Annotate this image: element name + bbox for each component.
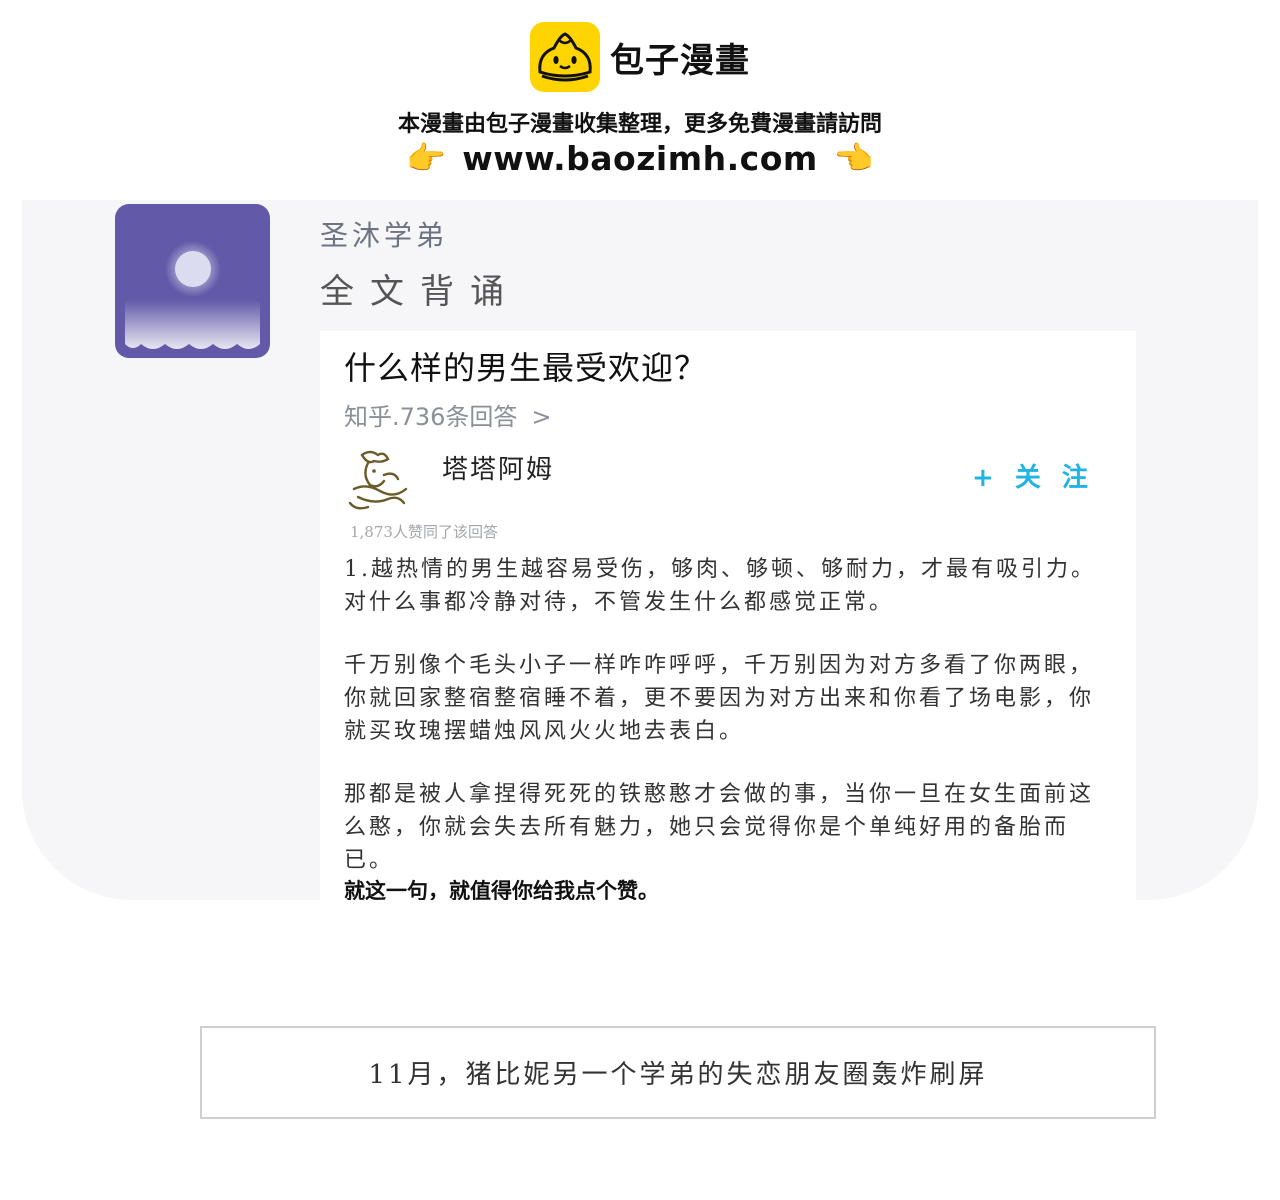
pointing-left-hand-icon: 👈 — [833, 139, 874, 177]
watermark-url-row: 👉 www.baozimh.com 👈 — [0, 138, 1280, 178]
answer-count: 知乎.736条回答 — [344, 403, 518, 431]
question-title: 什么样的男生最受欢迎？ — [344, 349, 708, 387]
watermark-url[interactable]: www.baozimh.com — [462, 139, 818, 178]
sender-name: 圣沐学弟 — [320, 219, 449, 252]
watermark-logo: 包子漫畫 — [0, 22, 1280, 92]
ink-sketch-avatar-icon — [344, 445, 416, 517]
watermark-logo-text: 包子漫畫 — [610, 40, 750, 81]
shared-answer-card[interactable]: 什么样的男生最受欢迎？ 知乎.736条回答 > 塔塔阿姆 + 关 注 1,873人… — [320, 331, 1136, 900]
author-name: 塔塔阿姆 — [442, 455, 555, 485]
bun-mascot-icon — [530, 22, 600, 92]
caption-text: 11月，猪比妮另一个学弟的失恋朋友圈轰炸刷屏 — [368, 1060, 988, 1090]
answer-paragraph: 1.越热情的男生越容易受伤，够肉、够顿、够耐力，才最有吸引力。 对什么事都冷静对… — [344, 557, 1096, 615]
answer-paragraph: 那都是被人拿捏得死死的铁憨憨才会做的事，当你一旦在女生面前这么憨，你就会失去所有… — [344, 782, 1095, 873]
answer-paragraph: 千万别像个毛头小子一样咋咋呼呼，千万别因为对方多看了你两眼，你就回家整宿整宿睡不… — [344, 653, 1095, 744]
follow-button[interactable]: + 关 注 — [972, 457, 1094, 494]
likes-count: 1,873人赞同了该回答 — [350, 523, 498, 541]
chevron-right-icon: > — [531, 403, 552, 431]
answer-count-link[interactable]: 知乎.736条回答 > — [344, 397, 552, 432]
moon-over-waves-icon[interactable] — [115, 204, 270, 358]
watermark-notice: 本漫畫由包子漫畫收集整理，更多免費漫畫請訪問 — [397, 112, 882, 137]
answer-closing-line: 就这一句，就值得你给我点个赞。 — [344, 879, 659, 900]
pointing-right-hand-icon: 👉 — [406, 139, 447, 177]
caption-box: 11月，猪比妮另一个学弟的失恋朋友圈轰炸刷屏 — [200, 1026, 1156, 1119]
message-text: 全文背诵 — [320, 272, 520, 312]
